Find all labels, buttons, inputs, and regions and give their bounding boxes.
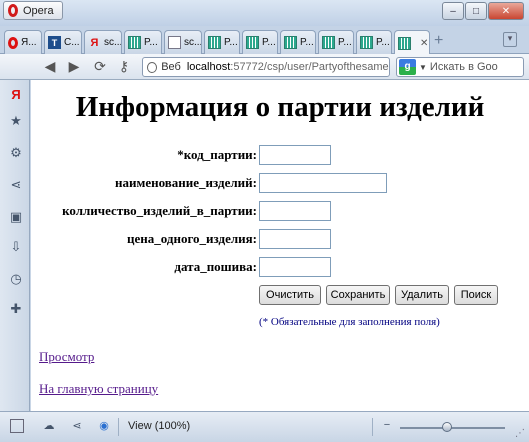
navigation-bar: ◀ ▶ ⟳ ⚷ Веб localhost :57772/csp/user/Pa… bbox=[0, 54, 529, 80]
sidebar-panel: Я ★ ⚙ ⋖ ▣ ⇩ ◷ ✚ bbox=[0, 80, 30, 411]
product-name-input[interactable] bbox=[259, 173, 387, 193]
back-icon[interactable]: ◀ bbox=[42, 58, 58, 75]
unit-price-input[interactable] bbox=[259, 229, 331, 249]
tab-2[interactable]: T C... bbox=[44, 30, 82, 54]
unite-icon[interactable]: ⋖ bbox=[70, 419, 84, 433]
web-label: Веб bbox=[161, 61, 181, 73]
tab-10[interactable]: P... bbox=[356, 30, 392, 54]
cube-site-icon bbox=[360, 36, 373, 49]
maximize-button[interactable]: □ bbox=[465, 2, 487, 20]
tab-label: P... bbox=[376, 37, 390, 48]
forward-icon[interactable]: ▶ bbox=[66, 58, 82, 75]
trash-icon[interactable]: ▾ bbox=[503, 32, 517, 47]
status-separator bbox=[372, 418, 373, 436]
zoom-text: View (100%) bbox=[128, 420, 191, 432]
search-button[interactable]: Поиск bbox=[454, 285, 498, 305]
globe-icon bbox=[147, 61, 158, 73]
tab-label: sc... bbox=[104, 37, 122, 48]
tab-3[interactable]: Я sc... bbox=[84, 30, 122, 54]
tab-6[interactable]: P... bbox=[204, 30, 240, 54]
tab-label: C... bbox=[64, 37, 80, 48]
minimize-button[interactable]: – bbox=[442, 2, 464, 20]
cloud-icon[interactable]: ☁ bbox=[42, 419, 56, 433]
tab-label: P... bbox=[262, 37, 276, 48]
zoom-slider-thumb[interactable] bbox=[441, 422, 452, 432]
close-window-button[interactable]: ✕ bbox=[488, 2, 524, 20]
resize-grip-icon[interactable]: ⋰ bbox=[515, 428, 525, 439]
bookmarks-star-icon[interactable]: ★ bbox=[9, 114, 23, 128]
zoom-out-icon[interactable]: − bbox=[380, 418, 394, 432]
tab-label: Я... bbox=[21, 37, 37, 48]
address-bar[interactable]: Веб localhost :57772/csp/user/Partyofthe… bbox=[142, 57, 390, 77]
tab-label: P... bbox=[300, 37, 314, 48]
new-tab-button[interactable]: + bbox=[434, 32, 443, 50]
download-icon[interactable]: ⇩ bbox=[9, 240, 23, 254]
opera-menu-label: Opera bbox=[23, 4, 54, 17]
title-bar: Opera – □ ✕ bbox=[0, 0, 529, 26]
add-panel-icon[interactable]: ✚ bbox=[9, 302, 23, 316]
url-host: localhost bbox=[186, 61, 231, 73]
search-placeholder: Искать в Goo bbox=[429, 61, 498, 73]
opera-menu-button[interactable]: Opera bbox=[3, 1, 63, 20]
status-bar: ☁ ⋖ ◉ View (100%) − ⋰ bbox=[0, 411, 529, 442]
chevron-down-icon[interactable]: ▼ bbox=[419, 63, 427, 72]
zoom-slider[interactable] bbox=[400, 422, 505, 432]
cube-site-icon bbox=[322, 36, 335, 49]
clear-button[interactable]: Очистить bbox=[259, 285, 321, 305]
opera-speed-dial-icon bbox=[8, 36, 18, 49]
quantity-input[interactable] bbox=[259, 201, 331, 221]
google-icon[interactable]: g bbox=[399, 59, 416, 75]
field-label-sewing-date: дата_пошива: bbox=[174, 259, 257, 274]
close-tab-icon[interactable]: ✕ bbox=[420, 38, 428, 49]
gear-icon[interactable]: ⚙ bbox=[9, 146, 23, 160]
page-title: Информация о партии изделий bbox=[75, 91, 485, 123]
required-fields-note: (* Обязательные для заполнения поля) bbox=[259, 316, 440, 328]
notes-icon[interactable]: ▣ bbox=[9, 210, 23, 224]
tab-4[interactable]: P... bbox=[124, 30, 162, 54]
tab-1[interactable]: Я... bbox=[4, 30, 42, 54]
opera-logo-icon bbox=[8, 4, 18, 17]
reload-icon[interactable]: ⟳ bbox=[92, 58, 108, 75]
panel-toggle-icon[interactable] bbox=[10, 419, 24, 433]
yandex-icon: Я bbox=[90, 36, 99, 49]
search-box[interactable]: g ▼ Искать в Goo bbox=[396, 57, 524, 77]
save-button[interactable]: Сохранить bbox=[326, 285, 390, 305]
delete-button[interactable]: Удалить bbox=[395, 285, 449, 305]
field-label-batch-code: *код_партии: bbox=[177, 147, 257, 162]
key-icon[interactable]: ⚷ bbox=[116, 58, 132, 75]
tab-7[interactable]: P... bbox=[242, 30, 278, 54]
status-separator bbox=[118, 418, 119, 436]
tab-label: P... bbox=[144, 37, 158, 48]
tab-9[interactable]: P... bbox=[318, 30, 354, 54]
turbo-icon[interactable]: ◉ bbox=[97, 419, 111, 433]
tab-5[interactable]: sc... bbox=[164, 30, 202, 54]
tab-8[interactable]: P... bbox=[280, 30, 316, 54]
history-clock-icon[interactable]: ◷ bbox=[9, 272, 23, 286]
share-icon[interactable]: ⋖ bbox=[9, 178, 23, 192]
field-label-unit-price: цена_одного_изделия: bbox=[127, 231, 257, 246]
cube-site-icon bbox=[128, 36, 141, 49]
tab-active[interactable]: ✕ bbox=[394, 30, 430, 55]
document-icon bbox=[168, 36, 181, 49]
field-label-quantity: колличество_изделий_в_партии: bbox=[62, 203, 257, 218]
url-path: :57772/csp/user/Partyofthesamepro bbox=[230, 61, 389, 73]
cube-site-icon bbox=[398, 36, 411, 50]
cube-site-icon bbox=[284, 36, 297, 49]
cube-site-icon bbox=[246, 36, 259, 49]
home-page-link[interactable]: На главную страницу bbox=[39, 381, 158, 397]
t-site-icon: T bbox=[48, 36, 61, 49]
sewing-date-input[interactable] bbox=[259, 257, 331, 277]
yandex-icon[interactable]: Я bbox=[9, 88, 23, 102]
field-label-product-name: наименование_изделий: bbox=[115, 175, 257, 190]
tab-strip: Я... T C... Я sc... P... sc... P... P...… bbox=[0, 26, 529, 55]
batch-code-input[interactable] bbox=[259, 145, 331, 165]
tab-label: sc... bbox=[184, 37, 202, 48]
tab-label: P... bbox=[338, 37, 352, 48]
view-link[interactable]: Просмотр bbox=[39, 349, 94, 365]
cube-site-icon bbox=[208, 36, 221, 49]
tab-label: P... bbox=[224, 37, 238, 48]
page-content: Информация о партии изделий *код_партии:… bbox=[31, 80, 529, 411]
